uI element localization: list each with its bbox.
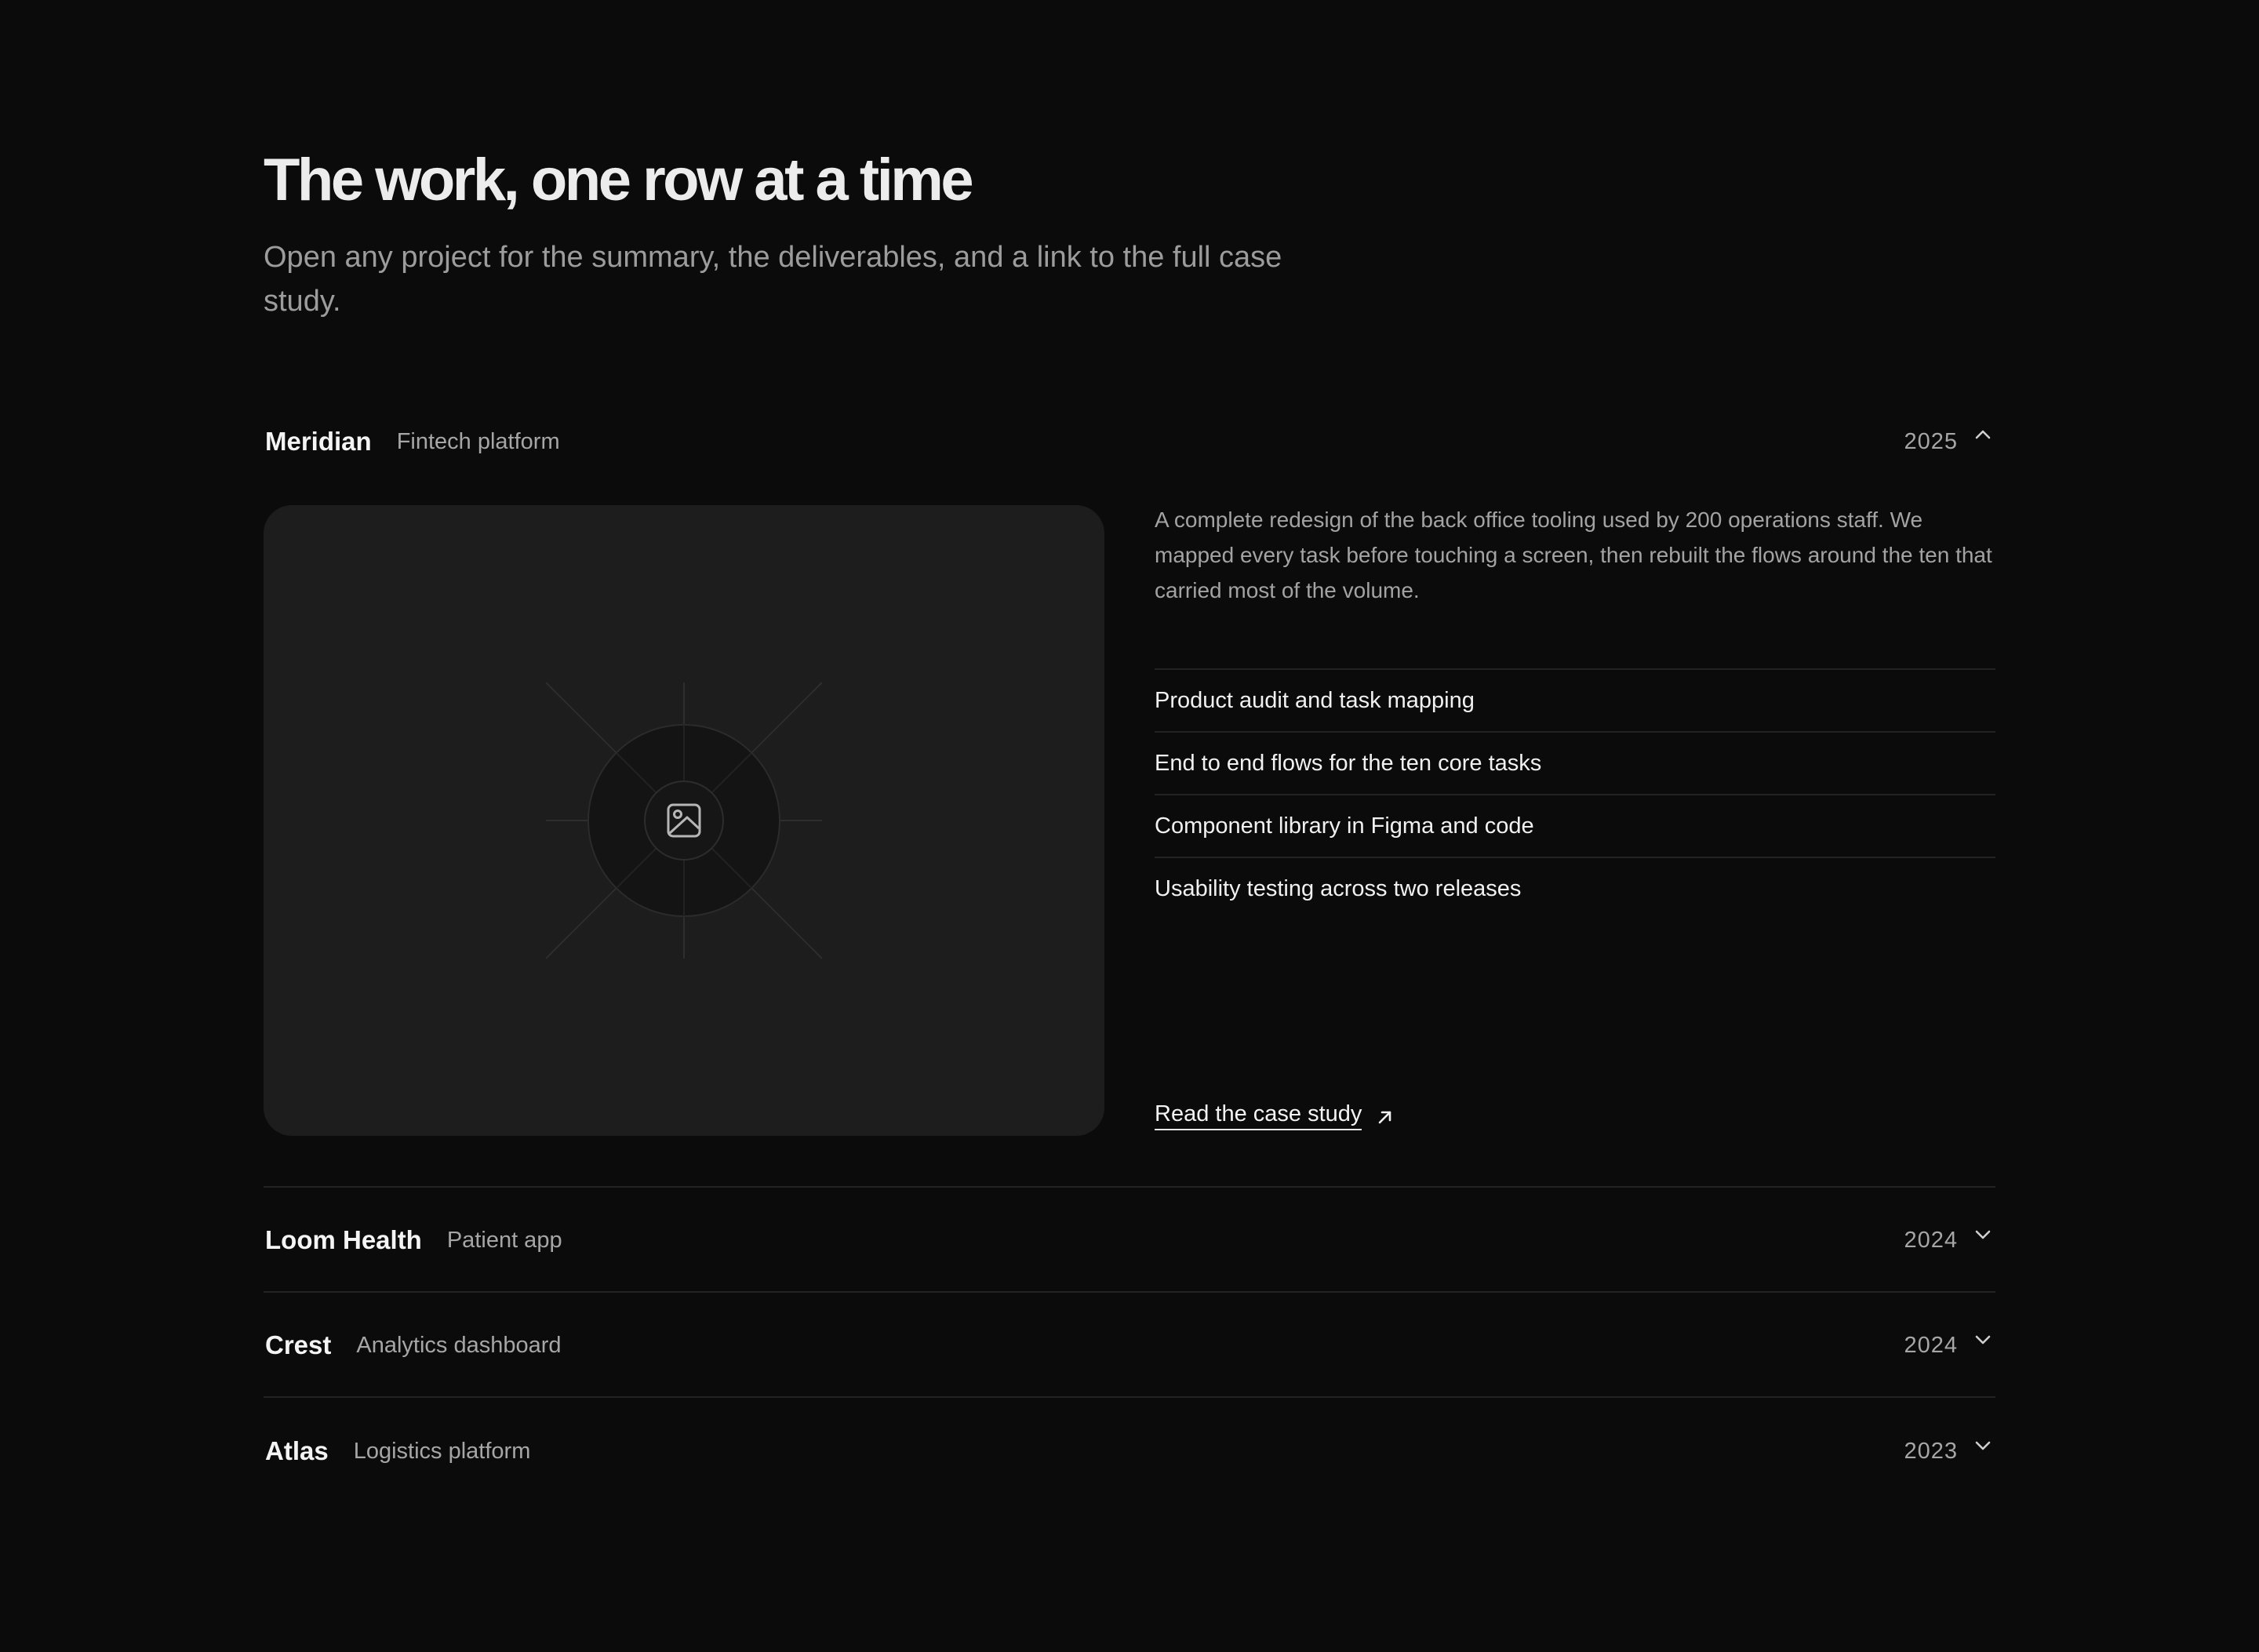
project-row-loom-health[interactable]: Loom Health Patient app 2024 <box>264 1209 1995 1272</box>
chevron-down-icon[interactable] <box>1972 1434 1994 1456</box>
project-name: Loom Health <box>265 1225 422 1254</box>
project-year: 2023 <box>1904 1438 1958 1464</box>
chevron-up-icon[interactable] <box>1972 424 1994 446</box>
deliverable-item: Product audit and task mapping <box>1155 668 1995 731</box>
row-divider <box>264 1186 1995 1188</box>
arrow-up-right-icon <box>1376 1107 1395 1126</box>
project-year: 2025 <box>1904 428 1958 454</box>
project-row-meridian[interactable]: Meridian Fintech platform 2025 <box>264 410 1995 473</box>
project-year: 2024 <box>1904 1227 1958 1253</box>
read-case-study-link[interactable]: Read the case study <box>1155 1101 1395 1130</box>
chevron-down-icon[interactable] <box>1972 1223 1994 1245</box>
chevron-down-icon[interactable] <box>1972 1328 1994 1350</box>
project-name: Meridian <box>265 427 372 456</box>
project-name: Atlas <box>265 1436 329 1465</box>
project-row-crest[interactable]: Crest Analytics dashboard 2024 <box>264 1314 1995 1377</box>
project-row-atlas[interactable]: Atlas Logistics platform 2023 <box>264 1420 1995 1483</box>
project-kind: Patient app <box>446 1227 562 1253</box>
case-study-link-label: Read the case study <box>1155 1101 1362 1130</box>
row-divider <box>264 1291 1995 1293</box>
page-title: The work, one row at a time <box>264 147 974 213</box>
deliverable-item: Usability testing across two releases <box>1155 857 1995 919</box>
project-kind: Fintech platform <box>396 428 560 454</box>
project-description: A complete redesign of the back office t… <box>1155 508 1992 602</box>
project-kind: Logistics platform <box>353 1438 531 1464</box>
page-subtitle: Open any project for the summary, the de… <box>264 241 1282 318</box>
deliverable-item: End to end flows for the ten core tasks <box>1155 731 1995 794</box>
project-image-placeholder <box>264 505 1104 1136</box>
project-kind: Analytics dashboard <box>356 1332 562 1358</box>
deliverables-list: Product audit and task mapping End to en… <box>1155 668 1995 919</box>
deliverable-item: Component library in Figma and code <box>1155 794 1995 857</box>
project-name: Crest <box>265 1330 332 1359</box>
project-year: 2024 <box>1904 1332 1958 1358</box>
row-divider <box>264 1396 1995 1398</box>
